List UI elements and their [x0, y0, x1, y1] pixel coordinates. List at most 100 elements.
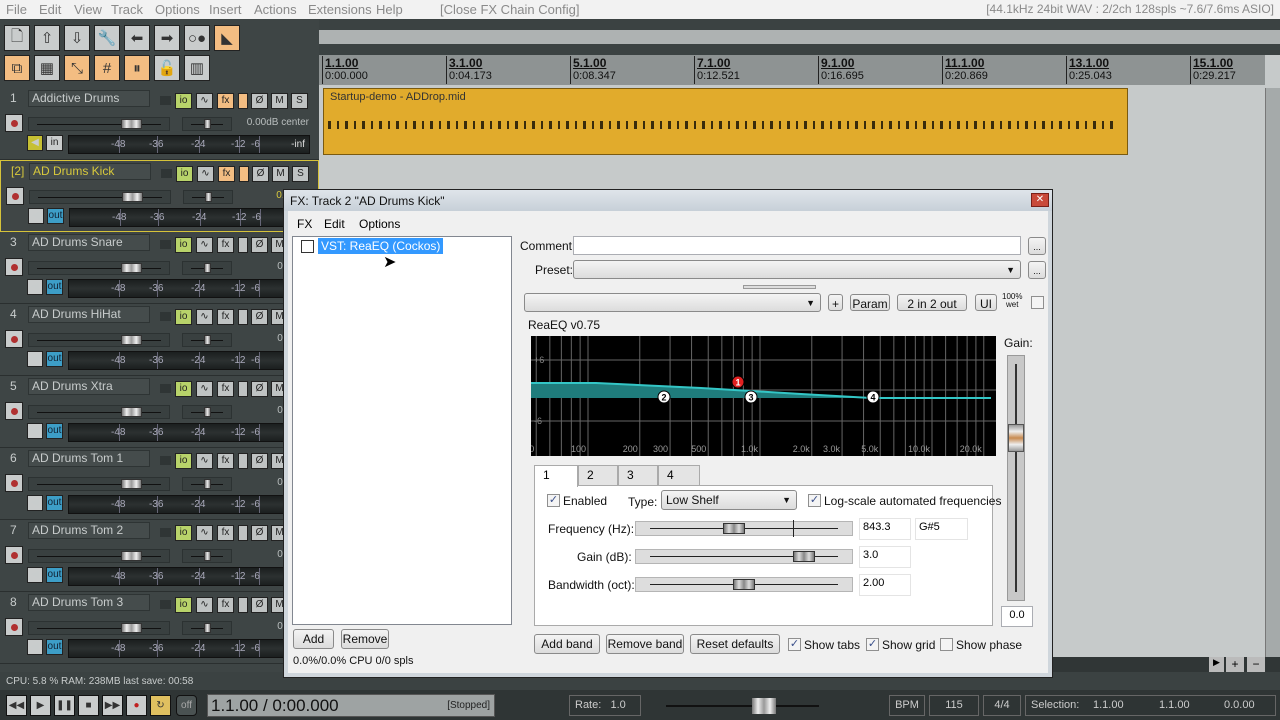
- bandwidth-value[interactable]: 2.00: [859, 574, 911, 596]
- snap-grid-icon[interactable]: ▦: [34, 55, 60, 81]
- phase-button[interactable]: Ø: [251, 597, 268, 613]
- track-name[interactable]: AD Drums Xtra: [28, 378, 150, 395]
- pan-slider[interactable]: [182, 621, 232, 635]
- track-name[interactable]: AD Drums Tom 1: [28, 450, 150, 467]
- ripple-edit-icon[interactable]: ◣: [214, 25, 240, 51]
- speaker-icon[interactable]: ◀: [27, 495, 43, 511]
- volume-slider[interactable]: [28, 117, 170, 131]
- pan-slider[interactable]: [182, 117, 232, 131]
- selection-box[interactable]: Selection: 1.1.00 1.1.00 0.0.00: [1025, 695, 1276, 716]
- fx-button[interactable]: fx: [217, 525, 234, 541]
- pan-slider[interactable]: [182, 261, 232, 275]
- wet-knob[interactable]: 100% wet: [1002, 293, 1022, 309]
- time-display[interactable]: 1.1.00 / 0:00.000 [Stopped]: [207, 694, 495, 717]
- fx-button[interactable]: fx: [217, 309, 234, 325]
- band-type-dropdown[interactable]: Low Shelf ▼: [661, 490, 797, 510]
- ruler-marker[interactable]: 5.1.00 0:08.347: [570, 56, 616, 84]
- ruler-marker[interactable]: 15.1.00 0:29.217: [1190, 56, 1236, 84]
- volume-slider[interactable]: [28, 405, 170, 419]
- track-8[interactable]: 8AD Drums Tom 3io∿fxØMS0.00dB◀out-48-36-…: [0, 592, 319, 664]
- volume-slider[interactable]: [28, 549, 170, 563]
- record-icon[interactable]: ●: [126, 695, 147, 716]
- close-button[interactable]: ✕: [1031, 193, 1049, 207]
- volume-slider[interactable]: [28, 261, 170, 275]
- io-button[interactable]: io: [175, 525, 192, 541]
- bpm-value[interactable]: 115: [929, 695, 979, 716]
- redo-arrow-icon[interactable]: ➡: [154, 25, 180, 51]
- record-mode-button[interactable]: [238, 597, 248, 613]
- scroll-right-icon[interactable]: ▶: [1209, 657, 1224, 672]
- phase-button[interactable]: Ø: [251, 93, 268, 109]
- audio-device-info[interactable]: [44.1kHz 24bit WAV : 2/2ch 128spls ~7.6/…: [986, 2, 1274, 16]
- show-grid-checkbox[interactable]: ✓: [866, 638, 879, 651]
- record-arm-button[interactable]: [5, 258, 23, 276]
- pause-icon[interactable]: ❚❚: [54, 695, 75, 716]
- menu-insert[interactable]: Insert: [209, 2, 242, 17]
- reset-defaults-button[interactable]: Reset defaults: [690, 634, 780, 654]
- speaker-icon[interactable]: ◀: [27, 135, 43, 151]
- zoom-in-icon[interactable]: +: [1226, 657, 1244, 672]
- auto-crossfade-icon[interactable]: ⤡: [64, 55, 90, 81]
- record-mode-button[interactable]: [238, 309, 248, 325]
- track-3[interactable]: 3AD Drums Snareio∿fxØMS0.00dB◀out-48-36-…: [0, 232, 319, 304]
- phase-button[interactable]: Ø: [252, 166, 269, 182]
- gain-db-slider[interactable]: [635, 549, 853, 564]
- band-tab-1[interactable]: 1: [534, 465, 578, 487]
- time-signature[interactable]: 4/4: [983, 695, 1021, 716]
- preset-dropdown[interactable]: ▼: [573, 260, 1021, 279]
- band-tab-3[interactable]: 3: [618, 465, 658, 486]
- track-name[interactable]: AD Drums Snare: [28, 234, 150, 251]
- io-route-button[interactable]: out: [46, 351, 63, 367]
- stop-icon[interactable]: ■: [78, 695, 99, 716]
- grouping-icon[interactable]: ⧉: [4, 55, 30, 81]
- pan-knob[interactable]: [204, 551, 211, 561]
- phase-button[interactable]: Ø: [251, 381, 268, 397]
- phase-button[interactable]: Ø: [251, 237, 268, 253]
- fx-bypass-checkbox[interactable]: [301, 240, 314, 253]
- volume-knob[interactable]: [121, 263, 142, 273]
- frequency-slider-knob[interactable]: [723, 523, 745, 534]
- folder-icon[interactable]: [160, 456, 171, 465]
- folder-icon[interactable]: [160, 312, 171, 321]
- piano-icon[interactable]: ▥: [184, 55, 210, 81]
- fx-button[interactable]: fx: [217, 381, 234, 397]
- record-mode-button[interactable]: [238, 93, 248, 109]
- pan-knob[interactable]: [205, 192, 212, 202]
- undo-arrow-icon[interactable]: ⬅: [124, 25, 150, 51]
- fx-button[interactable]: fx: [217, 597, 234, 613]
- open-project-icon[interactable]: ⇧: [34, 25, 60, 51]
- comment-more-button[interactable]: ...: [1028, 237, 1046, 255]
- io-route-button[interactable]: out: [46, 567, 63, 583]
- track-1[interactable]: 1 Addictive Drums io ∿ fx Ø M S 0.00dB center ◀ in…: [0, 88, 319, 160]
- io-route-button[interactable]: out: [46, 279, 63, 295]
- solo-button[interactable]: S: [291, 93, 308, 109]
- menu-file[interactable]: File: [6, 2, 27, 17]
- track-2[interactable]: [2]AD Drums Kickio∿fxØMS0.00dB◀out-48-36…: [0, 160, 319, 232]
- volume-slider[interactable]: [28, 333, 170, 347]
- volume-knob[interactable]: [121, 119, 142, 129]
- volume-slider[interactable]: [28, 621, 170, 635]
- io-button[interactable]: io: [175, 597, 192, 613]
- pan-knob[interactable]: [204, 623, 211, 633]
- record-arm-button[interactable]: [5, 618, 23, 636]
- show-tabs-checkbox[interactable]: ✓: [788, 638, 801, 651]
- phase-button[interactable]: Ø: [251, 525, 268, 541]
- volume-knob[interactable]: [121, 623, 142, 633]
- output-gain-slider[interactable]: [1007, 355, 1025, 601]
- ruler-marker[interactable]: 7.1.00 0:12.521: [694, 56, 740, 84]
- menu-track[interactable]: Track: [111, 2, 143, 17]
- repeat-toggle[interactable]: off: [176, 695, 197, 716]
- track-name[interactable]: AD Drums Tom 3: [28, 594, 150, 611]
- pan-slider[interactable]: [182, 549, 232, 563]
- timeline-ruler[interactable]: 1.1.00 0:00.000 3.1.00 0:04.173 5.1.00 0:08.3…: [319, 55, 1265, 85]
- track-9-partial[interactable]: [0, 664, 319, 672]
- track-name[interactable]: AD Drums Tom 2: [28, 522, 150, 539]
- pan-knob[interactable]: [204, 407, 211, 417]
- io-route-button[interactable]: out: [46, 423, 63, 439]
- midi-item[interactable]: Startup-demo - ADDrop.mid: [323, 88, 1128, 155]
- vertical-scrollbar[interactable]: [1265, 88, 1280, 672]
- add-fx-button[interactable]: Add: [293, 629, 334, 649]
- gain-db-slider-knob[interactable]: [793, 551, 815, 562]
- bandwidth-slider-knob[interactable]: [733, 579, 755, 590]
- speaker-icon[interactable]: ◀: [27, 351, 43, 367]
